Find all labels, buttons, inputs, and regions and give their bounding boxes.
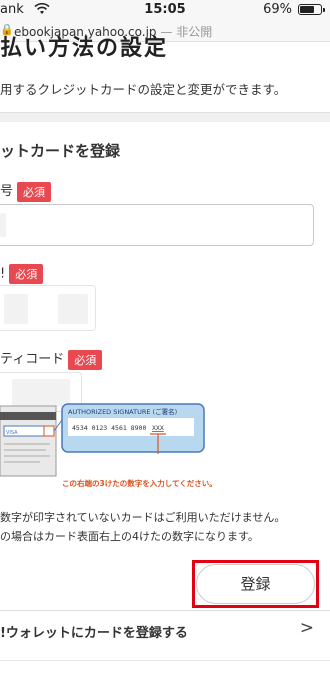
wallet-link-label: !ウォレットにカードを登録する bbox=[0, 626, 188, 641]
security-code-label: ティコード 必須 bbox=[0, 348, 103, 370]
wallet-register-link[interactable]: !ウォレットにカードを登録する > bbox=[0, 618, 330, 660]
page-title: 払い方法の設定 bbox=[0, 36, 169, 61]
card-number-input[interactable] bbox=[0, 204, 314, 246]
expiry-label: ! 必須 bbox=[0, 264, 44, 284]
card-note-line-1: 数字が印字されていないカードはご利用いただけません。 bbox=[0, 511, 286, 524]
required-badge: 必須 bbox=[9, 264, 44, 284]
card-back-thumbnail: VISA bbox=[0, 405, 57, 477]
cvv-digits: XXX bbox=[152, 424, 164, 432]
card-digits: 4534 0123 4561 8900 bbox=[72, 424, 146, 432]
security-code-label-text: ティコード bbox=[0, 352, 65, 367]
expiry-input[interactable] bbox=[0, 285, 96, 331]
card-security-code-illustration: VISA AUTHORIZED SIGNATURE (ご署名) 4534 012… bbox=[0, 403, 217, 488]
status-bar: ank 15:05 69% bbox=[0, 0, 330, 20]
battery-icon bbox=[298, 4, 325, 15]
card-number-label-text: 号 bbox=[0, 184, 14, 199]
chevron-right-icon: > bbox=[299, 618, 314, 638]
signature-panel: AUTHORIZED SIGNATURE (ご署名) 4534 0123 456… bbox=[61, 403, 205, 453]
signature-heading: AUTHORIZED SIGNATURE (ご署名) bbox=[68, 407, 177, 416]
divider bbox=[0, 610, 330, 611]
section-divider bbox=[0, 112, 330, 122]
privacy-label: 非公開 bbox=[176, 25, 213, 39]
card-notes: 数字が印字されていないカードはご利用いただけません。 の場合はカード表面右上の4… bbox=[0, 508, 285, 546]
card-note-line-2: の場合はカード表面右上の4けたの数字になります。 bbox=[0, 530, 259, 543]
battery-percentage: 69% bbox=[263, 2, 292, 17]
cvv-hint: この右端の3けたの数字を入力してください。 bbox=[62, 478, 217, 488]
required-badge: 必須 bbox=[68, 349, 103, 370]
card-number-label: 号必須 bbox=[0, 180, 52, 202]
register-button[interactable]: 登録 bbox=[196, 564, 315, 604]
card-back-text: VISA bbox=[6, 430, 18, 436]
expiry-label-text: ! bbox=[0, 266, 6, 282]
divider bbox=[0, 660, 330, 661]
section-title: ットカードを登録 bbox=[0, 142, 121, 160]
required-badge: 必須 bbox=[17, 181, 52, 202]
page-description: 用するクレジットカードの設定と変更ができます。 bbox=[0, 82, 287, 97]
